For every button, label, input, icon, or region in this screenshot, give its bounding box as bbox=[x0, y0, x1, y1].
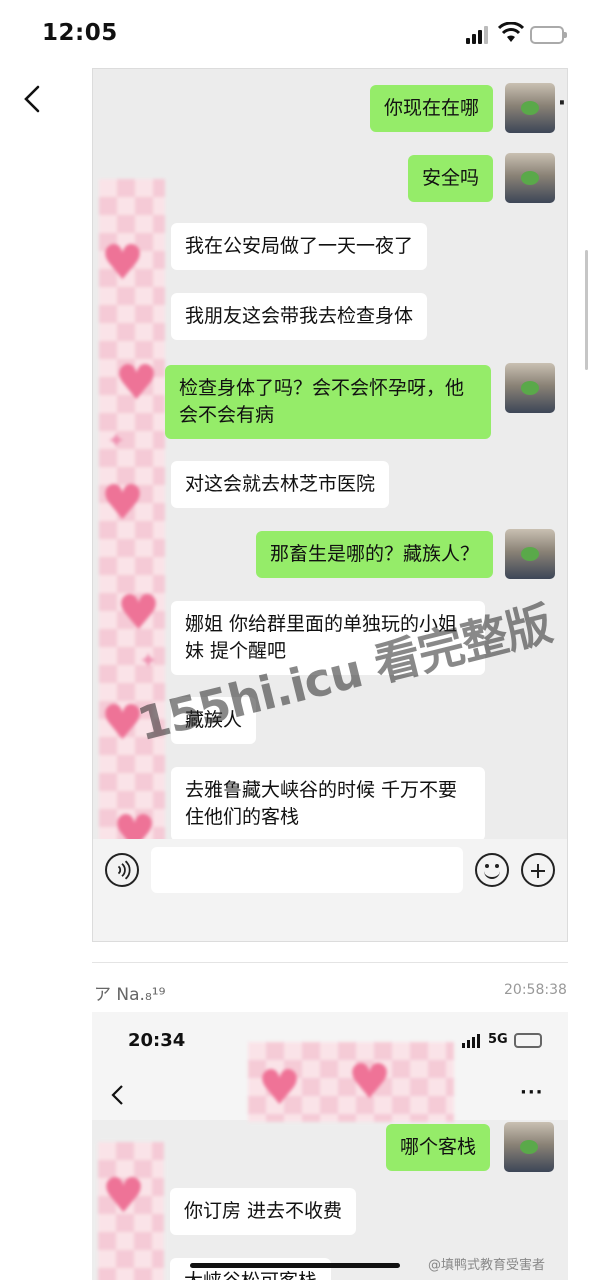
avatar[interactable] bbox=[505, 83, 555, 133]
chat-screenshot-2: 20:34 5G ♥ ♥ ··· ♥ 哪个客栈 你订房 进去不收费 大峡谷松可客… bbox=[92, 1012, 568, 1280]
sticker-overlay: ♥ ♥ bbox=[248, 1042, 454, 1122]
network-type: 5G bbox=[488, 1032, 508, 1047]
back-chevron-icon[interactable] bbox=[108, 1084, 128, 1106]
message-bubble: 去雅鲁藏大峡谷的时候 千万不要住他们的客栈 bbox=[171, 767, 485, 841]
poster-name: ア Na.₈¹⁹ bbox=[94, 985, 166, 1005]
status-time: 12:05 bbox=[42, 20, 118, 46]
more-options-icon[interactable]: ··· bbox=[520, 1082, 544, 1103]
chat-header: 20:34 5G ♥ ♥ ··· bbox=[92, 1012, 568, 1122]
message-bubble: 我在公安局做了一天一夜了 bbox=[171, 223, 428, 270]
sticker-overlay: ♥ bbox=[98, 1142, 164, 1280]
message-input[interactable] bbox=[151, 847, 463, 893]
emoji-icon[interactable] bbox=[475, 853, 509, 887]
status-time: 20:34 bbox=[128, 1030, 186, 1051]
battery-icon bbox=[530, 26, 567, 44]
cellular-signal-icon bbox=[466, 26, 492, 44]
chat-input-bar bbox=[93, 839, 567, 941]
scrollbar[interactable] bbox=[585, 250, 588, 370]
avatar[interactable] bbox=[504, 1122, 554, 1172]
wifi-icon bbox=[498, 22, 524, 42]
avatar[interactable] bbox=[505, 153, 555, 203]
status-bar: 12:05 bbox=[0, 0, 591, 70]
message-bubble: 哪个客栈 bbox=[385, 1124, 490, 1171]
battery-icon bbox=[514, 1033, 542, 1048]
message-bubble: 大峡谷松可客栈 bbox=[170, 1258, 332, 1280]
cellular-signal-icon bbox=[462, 1034, 482, 1048]
source-watermark: @填鸭式教育受害者 bbox=[428, 1258, 546, 1273]
back-chevron-icon[interactable] bbox=[18, 84, 48, 114]
voice-input-icon[interactable] bbox=[105, 853, 139, 887]
message-bubble: 那畜生是哪的？藏族人？ bbox=[255, 531, 493, 578]
message-bubble: 你现在在哪 bbox=[369, 85, 493, 132]
message-bubble: 我朋友这会带我去检查身体 bbox=[171, 293, 428, 340]
message-bubble: 对这会就去林芝市医院 bbox=[171, 461, 390, 508]
home-indicator bbox=[190, 1263, 400, 1268]
post-timestamp: 20:58:38 bbox=[504, 982, 567, 998]
divider bbox=[92, 962, 568, 963]
chat-screenshot-1: ♥ ♥ ♥ ♥ ♥ ♥ ✦ ✦ ··· 你现在在哪 安全吗 我在公安局做了一天一… bbox=[92, 68, 568, 942]
add-attachment-icon[interactable] bbox=[521, 853, 555, 887]
avatar[interactable] bbox=[505, 529, 555, 579]
message-bubble: 你订房 进去不收费 bbox=[170, 1188, 357, 1235]
message-bubble: 安全吗 bbox=[407, 155, 493, 202]
sticker-overlay: ♥ ♥ ♥ ♥ ♥ ♥ ✦ ✦ bbox=[99, 179, 165, 869]
avatar[interactable] bbox=[505, 363, 555, 413]
message-bubble: 检查身体了吗？会不会怀孕呀，他会不会有病 bbox=[165, 365, 491, 439]
